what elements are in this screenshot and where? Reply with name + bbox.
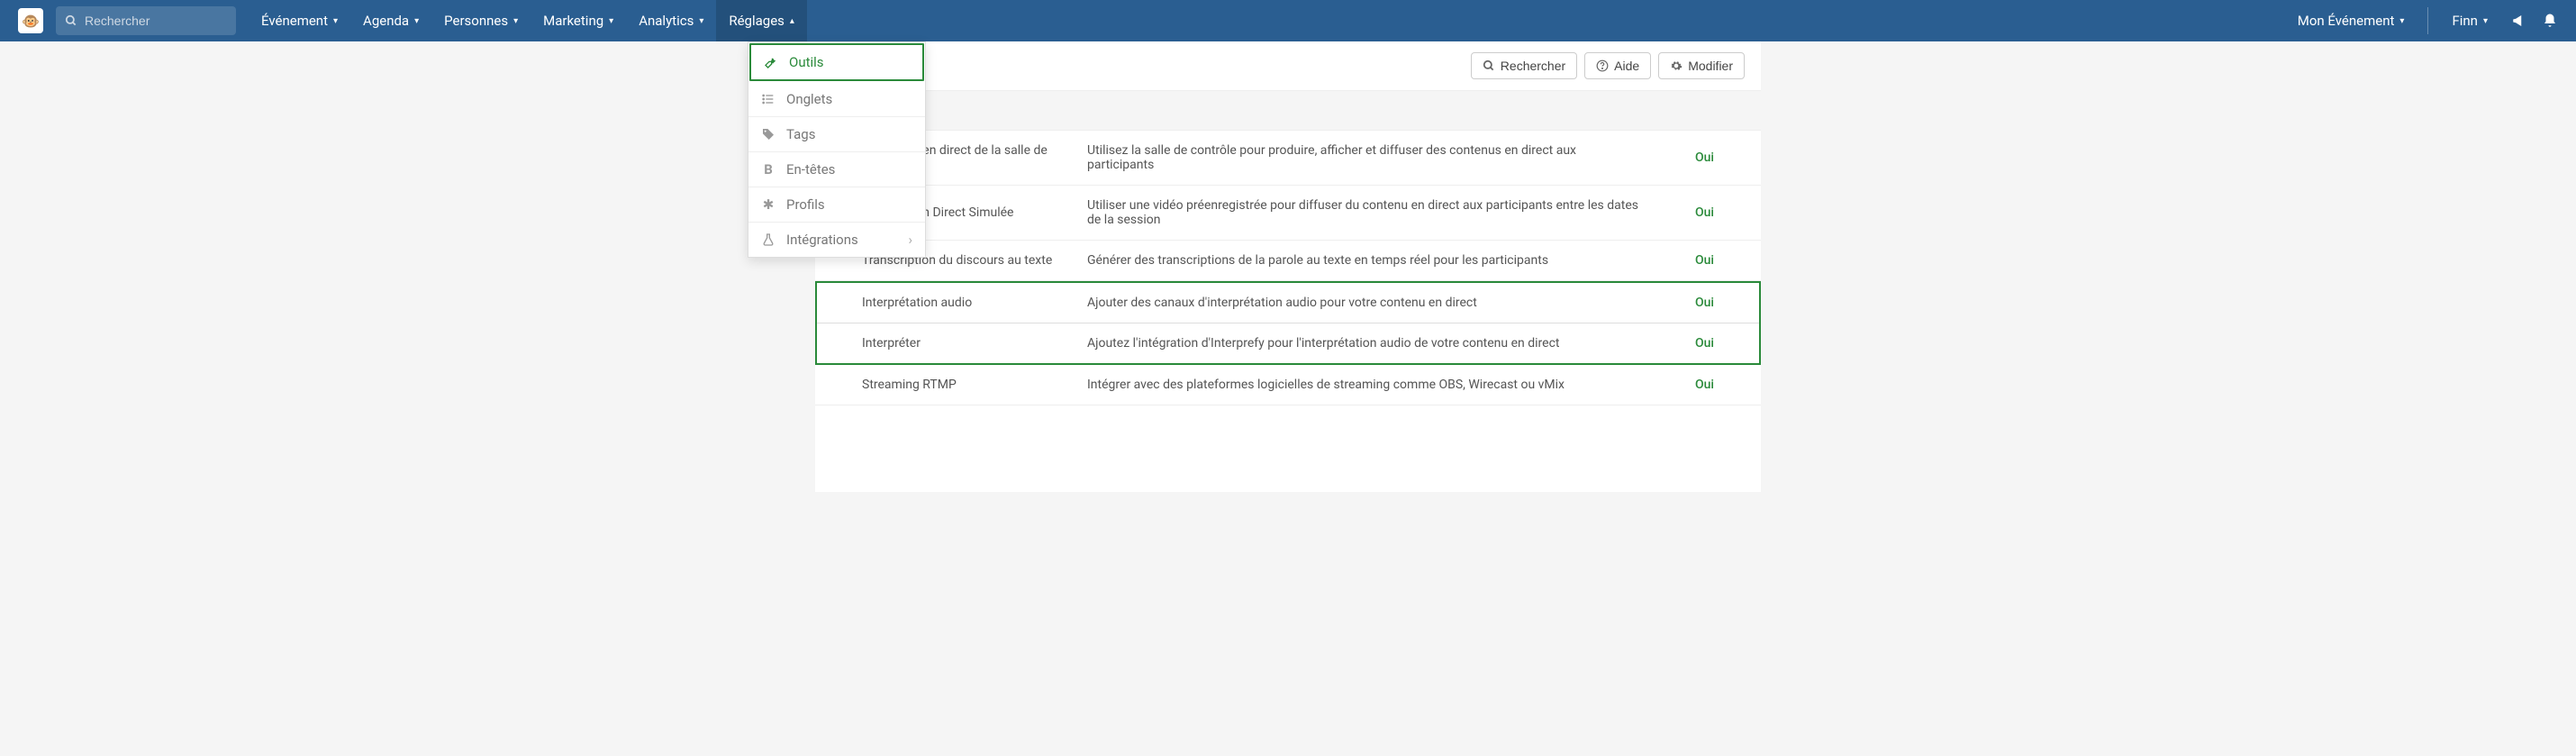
app-logo[interactable]: 🐵 [18,8,43,33]
nav-label: Finn [2452,13,2478,29]
dropdown-item-profils[interactable]: ✱ Profils [748,187,925,223]
button-label: Modifier [1688,59,1733,73]
nav-mon-evenement[interactable]: Mon Événement ▾ [2289,13,2414,29]
announcement-icon[interactable] [2511,13,2527,29]
nav-evenement[interactable]: Événement ▾ [249,0,350,41]
nav-reglages[interactable]: Réglages ▴ [716,0,807,41]
gear-icon [1670,59,1683,72]
search-input[interactable] [85,14,227,28]
dropdown-item-onglets[interactable]: Onglets [748,82,925,117]
dropdown-item-entetes[interactable]: B En-têtes [748,152,925,187]
row-desc: Intégrer avec des plateformes logicielle… [1087,378,1642,392]
bold-icon: B [761,161,776,178]
table-row[interactable]: Transcription du discours au texte Génér… [815,241,1761,281]
nav-label: Agenda [363,13,409,29]
highlighted-rows: Interprétation audio Ajouter des canaux … [815,281,1761,365]
flask-icon [761,232,776,247]
table-row[interactable]: Streaming RTMP Intégrer avec des platefo… [815,365,1761,405]
nav-right: Mon Événement ▾ Finn ▾ [2289,0,2558,41]
row-status: Oui [1642,253,1714,268]
row-name: Interpréter [862,336,1087,351]
chevron-down-icon: ▾ [333,16,338,26]
chevron-down-icon: ▾ [699,16,703,26]
row-desc: Ajouter des canaux d'interprétation audi… [1087,296,1642,310]
chevron-down-icon: ▾ [513,16,518,26]
main-nav: Événement ▾ Agenda ▾ Personnes ▾ Marketi… [249,0,807,41]
row-desc: Utilisez la salle de contrôle pour produ… [1087,143,1642,172]
modifier-button[interactable]: Modifier [1658,52,1745,79]
wrench-icon [764,55,778,69]
table-row[interactable]: Diffusion en Direct Simulée Utiliser une… [815,186,1761,241]
nav-marketing[interactable]: Marketing ▾ [531,0,626,41]
nav-analytics[interactable]: Analytics ▾ [626,0,716,41]
rechercher-button[interactable]: Rechercher [1471,52,1577,79]
dropdown-label: Tags [786,126,815,142]
chevron-down-icon: ▾ [609,16,613,26]
dropdown-label: Intégrations [786,232,858,248]
reglages-dropdown: Outils Onglets Tags B En-têtes ✱ Profils… [748,41,926,258]
table-row[interactable]: Interpréter Ajoutez l'intégration d'Inte… [817,323,1759,363]
table-row[interactable]: Interprétation audio Ajouter des canaux … [817,283,1759,323]
row-desc: Générer des transcriptions de la parole … [1087,253,1642,268]
row-status: Oui [1642,296,1714,310]
top-nav: 🐵 Événement ▾ Agenda ▾ Personnes ▾ Marke… [0,0,2576,41]
dropdown-item-tags[interactable]: Tags [748,117,925,152]
content: Rechercher Aide Modifier LIVE Streaming … [815,41,1761,492]
nav-label: Événement [261,13,328,29]
nav-label: Analytics [639,13,694,29]
nav-label: Marketing [543,13,603,29]
dropdown-label: En-têtes [786,161,835,178]
dropdown-label: Onglets [786,91,832,107]
nav-label: Réglages [729,13,785,29]
nav-user[interactable]: Finn ▾ [2443,13,2497,29]
row-name: Streaming RTMP [862,378,1087,392]
dropdown-label: Outils [789,54,824,70]
action-bar: Rechercher Aide Modifier [815,41,1761,79]
chevron-up-icon: ▴ [790,16,794,26]
row-status: Oui [1642,378,1714,392]
nav-label: Mon Événement [2298,13,2395,29]
row-status: Oui [1642,336,1714,351]
nav-personnes[interactable]: Personnes ▾ [431,0,531,41]
row-name: Interprétation audio [862,296,1087,310]
row-status: Oui [1642,150,1714,165]
nav-agenda[interactable]: Agenda ▾ [350,0,431,41]
chevron-right-icon: › [908,232,912,248]
search-box[interactable] [56,6,236,35]
tag-icon [761,127,776,141]
row-status: Oui [1642,205,1714,220]
button-label: Rechercher [1501,59,1565,73]
search-icon [1483,59,1495,72]
chevron-down-icon: ▾ [414,16,419,26]
chevron-down-icon: ▾ [2399,16,2404,26]
row-desc: Utiliser une vidéo préenregistrée pour d… [1087,198,1642,227]
dropdown-label: Profils [786,196,825,213]
dropdown-item-outils[interactable]: Outils [749,43,924,81]
aide-button[interactable]: Aide [1584,52,1651,79]
dropdown-item-integrations[interactable]: Intégrations › [748,223,925,257]
nav-label: Personnes [444,13,508,29]
search-icon [65,14,77,27]
bell-icon[interactable] [2542,13,2558,29]
list-icon [761,92,776,106]
chevron-down-icon: ▾ [2483,16,2488,26]
row-desc: Ajoutez l'intégration d'Interprefy pour … [1087,336,1642,351]
button-label: Aide [1614,59,1639,73]
asterisk-icon: ✱ [761,196,776,213]
help-icon [1596,59,1609,72]
table-row[interactable]: Streaming en direct de la salle de contr… [815,131,1761,186]
section-header-live: LIVE [815,90,1761,131]
divider [2427,7,2428,34]
